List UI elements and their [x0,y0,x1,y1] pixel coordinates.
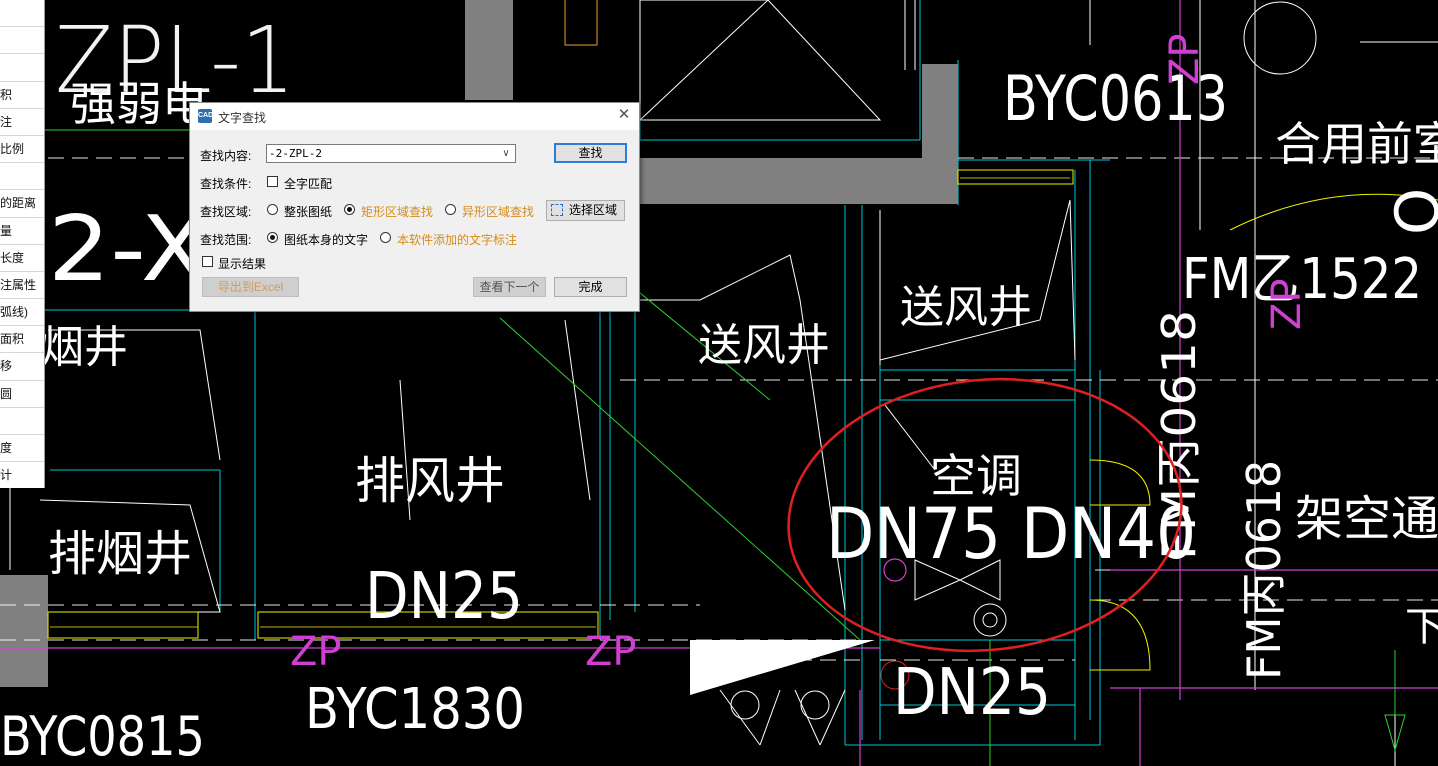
done-button[interactable]: 完成 [554,277,627,297]
find-area-label: 查找区域: [200,205,252,219]
find-scope-label: 查找范围: [200,233,252,247]
find-content-combobox[interactable]: ∨ [266,144,516,163]
export-excel-button[interactable]: 导出到Excel [202,277,299,297]
label-smoke-shaft-2: 排烟井 [48,526,192,582]
find-content-label: 查找内容: [200,149,252,163]
side-item[interactable] [0,54,44,82]
label-dn25-b: DN25 [893,656,1051,730]
close-icon[interactable]: ✕ [615,106,633,124]
area-whole-drawing-label: 整张图纸 [284,205,333,219]
select-area-icon [551,204,563,216]
label-fm0618-a: FM丙0618 [1237,460,1291,680]
side-item[interactable]: 弧线) [0,299,44,327]
wall-fill [465,0,513,100]
side-item[interactable]: 度 [0,435,44,463]
side-item[interactable]: 积 [0,82,44,109]
side-item[interactable]: 注属性 [0,272,44,300]
label-overhead-passage: 架空通道 [1295,491,1438,547]
left-tool-panel: 积 注 比例 的距离 量 长度 注属性 弧线) 面积 移 圆 度 计 [0,0,45,488]
scope-drawing-text-radio[interactable] [267,232,278,243]
dialog-title: 文字查找 [218,111,267,125]
label-zp-4: ZP [1264,278,1310,330]
side-item[interactable]: 面积 [0,326,44,354]
wall-fill [640,158,958,204]
section-arrow [690,640,875,695]
scope-drawing-text-label: 图纸本身的文字 [284,233,369,247]
area-rect-label: 矩形区域查找 [361,205,434,219]
select-area-label: 选择区域 [569,203,618,217]
label-zp-1: ZP [290,629,342,675]
scope-added-text-radio[interactable] [380,232,391,243]
show-results-checkbox[interactable] [202,256,213,267]
label-byc0815: BYC0815 [0,705,205,766]
scope-added-text-label: 本软件添加的文字标注 [397,233,518,247]
text-find-dialog: CAD 文字查找 ✕ 查找内容: ∨ 查找 查找条件: 全字匹配 查找区域: 整… [189,102,640,312]
find-button[interactable]: 查找 [554,143,627,163]
side-item[interactable] [0,163,44,191]
label-dn75-dn40: DN75 DN40 [826,493,1196,575]
label-exhaust: 排风井 [355,452,505,510]
label-shared-front: 合用前室 [1275,117,1438,171]
area-whole-drawing-radio[interactable] [267,204,278,215]
label-air-supply-2: 送风井 [698,320,830,371]
label-zp-2: ZP [585,629,637,675]
side-item[interactable]: 圆 [0,381,44,408]
side-item[interactable]: 计 [0,462,44,488]
side-item[interactable]: 比例 [0,136,44,164]
label-smoke-shaft-1: 烟井 [40,322,128,373]
chevron-down-icon[interactable]: ∨ [499,145,513,162]
label-air-supply-1: 送风井 [900,282,1032,333]
label-zp-3: ZP [1162,33,1208,85]
dialog-titlebar[interactable]: CAD 文字查找 ✕ [190,103,639,130]
whole-word-checkbox[interactable] [267,176,278,187]
side-item[interactable]: 注 [0,109,44,136]
area-irregular-radio[interactable] [445,204,456,215]
label-strong-weak: 强弱电 [70,77,208,131]
side-item[interactable]: 长度 [0,245,44,272]
label-byc1830: BYC1830 [305,677,525,742]
side-item[interactable] [0,27,44,55]
select-area-button[interactable]: 选择区域 [546,200,625,221]
wall-fill [922,64,958,204]
label-xia: 下 [1405,604,1438,650]
view-next-button[interactable]: 查看下一个 [473,277,546,297]
side-item[interactable]: 的距离 [0,190,44,218]
label-vertical-o: O [1383,188,1438,235]
whole-word-label: 全字匹配 [284,177,333,191]
side-item[interactable] [0,0,44,28]
show-results-label: 显示结果 [218,257,267,271]
app-icon: CAD [198,109,213,123]
find-condition-label: 查找条件: [200,177,252,191]
wall-fill [0,575,48,687]
find-content-input[interactable] [269,146,497,161]
area-irregular-label: 异形区域查找 [462,205,535,219]
side-item[interactable]: 移 [0,353,44,381]
side-item[interactable] [0,408,44,435]
label-dn25-a: DN25 [365,560,523,634]
label-2x: 2-X [48,197,208,302]
area-rect-radio[interactable] [344,204,355,215]
side-item[interactable]: 量 [0,218,44,245]
